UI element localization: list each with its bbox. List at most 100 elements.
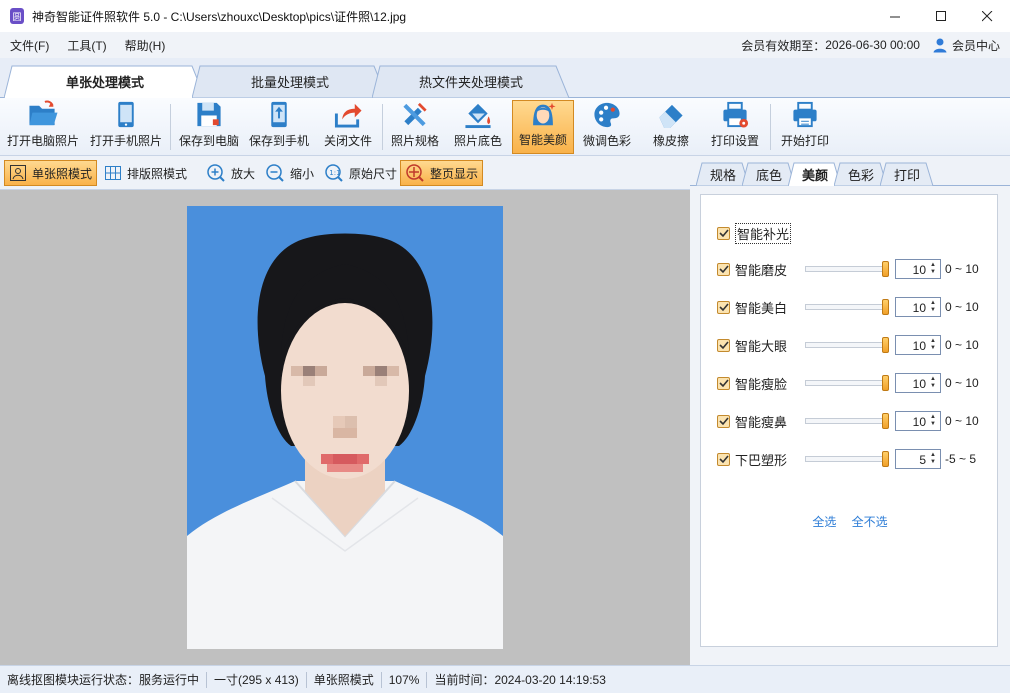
- beauty-row: 智能美白 10 ▲ ▼ 0 ~ 10: [717, 297, 979, 317]
- service-status: 离线抠图模块运行状态：服务运行中: [0, 671, 208, 688]
- spin-arrows-icon[interactable]: ▲ ▼: [930, 414, 938, 428]
- close-file-button[interactable]: 关闭文件: [318, 100, 378, 154]
- photo-size-status: 一寸(295 x 413): [207, 671, 307, 688]
- beauty-panel: 智能补光 智能磨皮 10 ▲ ▼ 0 ~ 10 智能美白 10 ▲ ▼ 0 ~ 10 智…: [690, 186, 1010, 665]
- select-none-link[interactable]: 全不选: [852, 515, 888, 529]
- original-size-button[interactable]: 1:1 原始尺寸: [320, 160, 401, 186]
- menu-file[interactable]: 文件(F): [2, 37, 57, 54]
- phone-upload-icon: [271, 101, 287, 128]
- member-info: 会员有效期至： 2026-06-30 00:00 会员中心: [741, 32, 1000, 58]
- fill-light-checkbox[interactable]: [717, 226, 730, 240]
- save-to-pc-button[interactable]: 保存到电脑: [174, 100, 244, 154]
- open-pc-photo-button[interactable]: 打开电脑照片: [4, 100, 82, 154]
- beauty-checkbox[interactable]: [717, 414, 730, 428]
- smart-beauty-button[interactable]: 智能美颜: [512, 100, 574, 154]
- beauty-slider[interactable]: [805, 411, 891, 431]
- beauty-value-stepper[interactable]: 10 ▲ ▼: [895, 373, 941, 393]
- select-all-link[interactable]: 全选: [812, 515, 836, 529]
- eraser-button[interactable]: 橡皮擦: [642, 100, 700, 154]
- slider-thumb[interactable]: [882, 451, 889, 467]
- beauty-range: 0 ~ 10: [945, 262, 979, 276]
- beauty-value-stepper[interactable]: 10 ▲ ▼: [895, 259, 941, 279]
- print-settings-button[interactable]: 打印设置: [704, 100, 766, 154]
- check-icon: [718, 379, 729, 388]
- close-button[interactable]: [964, 0, 1010, 32]
- spin-arrows-icon[interactable]: ▲ ▼: [930, 452, 938, 466]
- phone-icon: [118, 101, 134, 128]
- save-to-phone-button[interactable]: 保存到手机: [244, 100, 314, 154]
- member-expiry-label: 会员有效期至：: [741, 38, 826, 53]
- photo-bg-color-button[interactable]: 照片底色: [448, 100, 508, 154]
- beauty-label: 智能大眼: [735, 338, 788, 354]
- check-icon: [718, 303, 729, 312]
- slider-thumb[interactable]: [882, 413, 889, 429]
- fit-page-button[interactable]: 整页显示: [400, 160, 484, 186]
- zoom-in-button[interactable]: 放大: [202, 160, 259, 186]
- zoom-out-button[interactable]: 缩小: [261, 160, 318, 186]
- save-icon: [197, 102, 221, 127]
- beauty-range: 0 ~ 10: [945, 376, 979, 390]
- start-print-button[interactable]: 开始打印: [774, 100, 836, 154]
- beauty-checkbox[interactable]: [717, 338, 730, 352]
- slider-thumb[interactable]: [882, 261, 889, 277]
- tab-hotfolder-mode[interactable]: 热文件夹处理模式: [372, 65, 570, 98]
- beauty-slider[interactable]: [805, 449, 891, 469]
- beauty-checkbox[interactable]: [717, 262, 730, 276]
- fill-light-label: 智能补光: [735, 222, 792, 244]
- photo-spec-button[interactable]: 照片规格: [386, 100, 444, 154]
- status-bar: 离线抠图模块运行状态：服务运行中 一寸(295 x 413) 单张照模式 107…: [0, 665, 1010, 693]
- single-photo-mode-button[interactable]: 单张照模式: [4, 160, 98, 186]
- beauty-value-stepper[interactable]: 10 ▲ ▼: [895, 297, 941, 317]
- beauty-slider[interactable]: [805, 335, 891, 355]
- title-bar: 圆 神奇智能证件照软件 5.0 - C:\Users\zhouxc\Deskto…: [0, 0, 1010, 32]
- fine-color-button[interactable]: 微调色彩: [578, 100, 636, 154]
- beauty-row: 智能瘦鼻 10 ▲ ▼ 0 ~ 10: [717, 411, 979, 431]
- palette-icon: [594, 102, 620, 128]
- beauty-checkbox[interactable]: [717, 452, 730, 466]
- face-beauty-icon: [533, 102, 556, 126]
- beauty-value-stepper[interactable]: 10 ▲ ▼: [895, 411, 941, 431]
- mode-tabstrip: 单张处理模式 批量处理模式 热文件夹处理模式: [0, 58, 1010, 99]
- open-phone-photo-button[interactable]: 打开手机照片: [86, 100, 166, 154]
- beauty-slider[interactable]: [805, 259, 891, 279]
- portrait-icon: [10, 165, 26, 181]
- beauty-settings: 智能补光 智能磨皮 10 ▲ ▼ 0 ~ 10 智能美白 10 ▲ ▼ 0 ~ 10 智…: [700, 194, 998, 647]
- minimize-icon: [889, 16, 900, 17]
- menu-help[interactable]: 帮助(H): [117, 37, 174, 54]
- tab-batch-mode[interactable]: 批量处理模式: [192, 65, 388, 98]
- slider-thumb[interactable]: [882, 337, 889, 353]
- minimize-button[interactable]: [872, 0, 918, 32]
- mode-status: 单张照模式: [307, 671, 382, 688]
- slider-thumb[interactable]: [882, 375, 889, 391]
- close-icon: [981, 10, 992, 21]
- spin-arrows-icon[interactable]: ▲ ▼: [930, 300, 938, 314]
- beauty-slider[interactable]: [805, 297, 891, 317]
- beauty-slider[interactable]: [805, 373, 891, 393]
- beauty-label: 下巴塑形: [735, 452, 788, 468]
- maximize-button[interactable]: [918, 0, 964, 32]
- view-toolbar: 单张照模式 排版照模式 放大 缩小 1:1 原始尺寸 整页显示: [0, 156, 690, 190]
- beauty-label: 智能瘦脸: [735, 376, 788, 392]
- layout-photo-mode-button[interactable]: 排版照模式: [100, 160, 191, 186]
- beauty-checkbox[interactable]: [717, 300, 730, 314]
- member-center-link[interactable]: 会员中心: [952, 37, 1000, 54]
- tab-single-mode[interactable]: 单张处理模式: [4, 65, 206, 99]
- beauty-checkbox[interactable]: [717, 376, 730, 390]
- beauty-row: 智能大眼 10 ▲ ▼ 0 ~ 10: [717, 335, 979, 355]
- beauty-value-stepper[interactable]: 5 ▲ ▼: [895, 449, 941, 469]
- beauty-range: 0 ~ 10: [945, 300, 979, 314]
- photo-canvas[interactable]: [0, 190, 690, 665]
- spin-arrows-icon[interactable]: ▲ ▼: [930, 338, 938, 352]
- share-arrow-icon: [334, 103, 362, 128]
- beauty-value-stepper[interactable]: 10 ▲ ▼: [895, 335, 941, 355]
- window-title: 神奇智能证件照软件 5.0 - C:\Users\zhouxc\Desktop\…: [32, 9, 407, 24]
- slider-thumb[interactable]: [882, 299, 889, 315]
- spin-arrows-icon[interactable]: ▲ ▼: [930, 262, 938, 276]
- tab-print[interactable]: 打印: [880, 162, 934, 186]
- zoom-status: 107%: [382, 671, 428, 688]
- spin-arrows-icon[interactable]: ▲ ▼: [930, 376, 938, 390]
- eraser-icon: [659, 104, 683, 129]
- settings-tabstrip: 规格 底色 美颜 色彩 打印: [690, 156, 1010, 187]
- menu-tools[interactable]: 工具(T): [59, 37, 114, 54]
- check-icon: [718, 417, 729, 426]
